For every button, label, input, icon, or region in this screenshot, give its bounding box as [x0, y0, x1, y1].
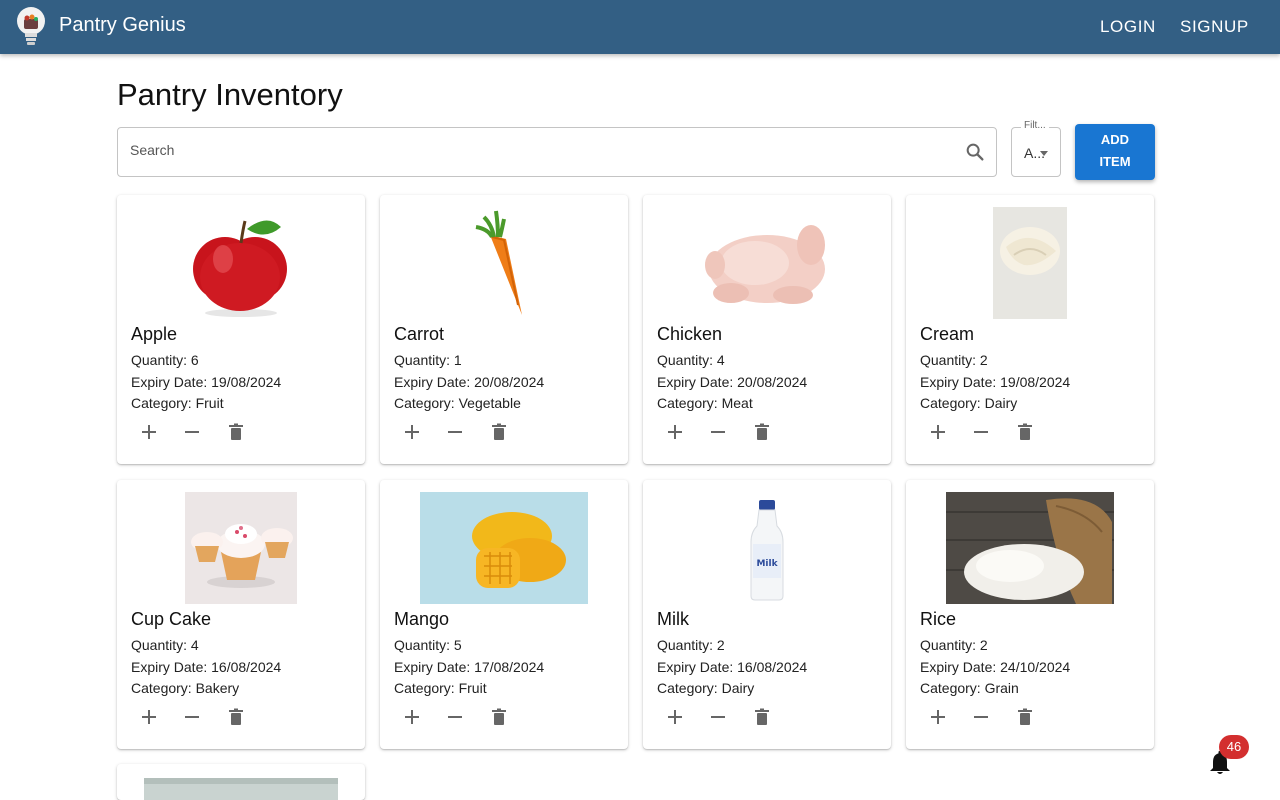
- minus-icon[interactable]: [445, 422, 465, 442]
- login-button[interactable]: LOGIN: [1100, 17, 1156, 37]
- search-input[interactable]: [130, 142, 950, 158]
- item-card: Carrot Quantity: 1 Expiry Date: 20/08/20…: [380, 195, 628, 464]
- delete-icon[interactable]: [489, 707, 509, 727]
- item-card: Chicken Quantity: 4 Expiry Date: 20/08/2…: [643, 195, 891, 464]
- plus-icon[interactable]: [928, 707, 948, 727]
- item-name: Rice: [920, 609, 957, 629]
- rice-image: [946, 492, 1114, 604]
- item-quantity: Quantity: 6: [131, 352, 199, 368]
- page-title: Pantry Inventory: [117, 77, 343, 112]
- delete-icon[interactable]: [1015, 707, 1035, 727]
- item-card: Cup Cake Quantity: 4 Expiry Date: 16/08/…: [117, 480, 365, 749]
- item-name: Chicken: [657, 324, 723, 344]
- item-name: Milk: [657, 609, 689, 629]
- chevron-down-icon: [1040, 151, 1048, 156]
- plus-icon[interactable]: [402, 422, 422, 442]
- minus-icon[interactable]: [182, 422, 202, 442]
- item-name: Apple: [131, 324, 178, 344]
- svg-text:Milk: Milk: [756, 559, 778, 569]
- item-category: Category: Bakery: [131, 680, 240, 696]
- plus-icon[interactable]: [139, 422, 159, 442]
- item-expiry: Expiry Date: 20/08/2024: [657, 374, 808, 390]
- plus-icon[interactable]: [928, 422, 948, 442]
- filter-label: Filt...: [1021, 120, 1049, 131]
- item-name: Mango: [394, 609, 450, 629]
- search-icon[interactable]: [964, 141, 986, 163]
- item-quantity: Quantity: 2: [657, 637, 725, 653]
- item-expiry: Expiry Date: 20/08/2024: [394, 374, 545, 390]
- item-name: Cream: [920, 324, 975, 344]
- item-category: Category: Vegetable: [394, 395, 521, 411]
- item-expiry: Expiry Date: 19/08/2024: [920, 374, 1071, 390]
- item-card: Mango Quantity: 5 Expiry Date: 17/08/202…: [380, 480, 628, 749]
- delete-icon[interactable]: [489, 422, 509, 442]
- item-category: Category: Dairy: [657, 680, 755, 696]
- delete-icon[interactable]: [226, 707, 246, 727]
- delete-icon[interactable]: [1015, 422, 1035, 442]
- plus-icon[interactable]: [139, 707, 159, 727]
- plus-icon[interactable]: [665, 422, 685, 442]
- item-name: Carrot: [394, 324, 445, 344]
- minus-icon[interactable]: [182, 707, 202, 727]
- minus-icon[interactable]: [971, 422, 991, 442]
- delete-icon[interactable]: [752, 707, 772, 727]
- item-card: Rice Quantity: 2 Expiry Date: 24/10/2024…: [906, 480, 1154, 749]
- plus-icon[interactable]: [665, 707, 685, 727]
- add-item-button[interactable]: ADD ITEM: [1075, 124, 1155, 180]
- item-quantity: Quantity: 5: [394, 637, 462, 653]
- app-bar: Pantry Genius LOGIN SIGNUP: [0, 0, 1280, 54]
- brand-title[interactable]: Pantry Genius: [59, 14, 186, 37]
- item-name: Cup Cake: [131, 609, 212, 629]
- item-expiry: Expiry Date: 16/08/2024: [657, 659, 808, 675]
- item-category: Category: Grain: [920, 680, 1019, 696]
- item-category: Category: Fruit: [394, 680, 487, 696]
- item-card: [117, 764, 365, 800]
- chicken-image: [705, 225, 825, 304]
- minus-icon[interactable]: [708, 422, 728, 442]
- mango-image: [420, 492, 588, 604]
- item-quantity: Quantity: 2: [920, 637, 988, 653]
- signup-button[interactable]: SIGNUP: [1180, 17, 1249, 37]
- minus-icon[interactable]: [445, 707, 465, 727]
- minus-icon[interactable]: [708, 707, 728, 727]
- milk-bottle-image: Milk: [750, 500, 784, 601]
- notification-badge[interactable]: 46: [1219, 735, 1249, 759]
- item-quantity: Quantity: 2: [920, 352, 988, 368]
- item-expiry: Expiry Date: 17/08/2024: [394, 659, 545, 675]
- delete-icon[interactable]: [752, 422, 772, 442]
- item-category: Category: Dairy: [920, 395, 1018, 411]
- item-expiry: Expiry Date: 16/08/2024: [131, 659, 282, 675]
- cream-image: [993, 207, 1067, 319]
- item-card: Apple Quantity: 6 Expiry Date: 19/08/202…: [117, 195, 365, 464]
- add-item-label-line1: ADD: [1100, 132, 1130, 147]
- item-quantity: Quantity: 1: [394, 352, 462, 368]
- item-quantity: Quantity: 4: [131, 637, 199, 653]
- minus-icon[interactable]: [971, 707, 991, 727]
- carrot-image: [475, 210, 522, 315]
- lightbulb-logo-icon[interactable]: [14, 6, 48, 48]
- plus-icon[interactable]: [402, 707, 422, 727]
- search-box[interactable]: [117, 127, 997, 177]
- category-filter-select[interactable]: Filt... A...: [1011, 120, 1061, 177]
- item-quantity: Quantity: 4: [657, 352, 725, 368]
- item-image: [144, 778, 338, 800]
- item-card: Milk Milk Quantity: 2 Expiry Date: 16/08…: [643, 480, 891, 749]
- item-expiry: Expiry Date: 19/08/2024: [131, 374, 282, 390]
- item-card: Cream Quantity: 2 Expiry Date: 19/08/202…: [906, 195, 1154, 464]
- delete-icon[interactable]: [226, 422, 246, 442]
- add-item-label-line2: ITEM: [1099, 154, 1131, 169]
- apple-image: [193, 220, 287, 317]
- item-category: Category: Fruit: [131, 395, 224, 411]
- item-category: Category: Meat: [657, 395, 753, 411]
- cupcake-image: [185, 492, 297, 604]
- item-expiry: Expiry Date: 24/10/2024: [920, 659, 1071, 675]
